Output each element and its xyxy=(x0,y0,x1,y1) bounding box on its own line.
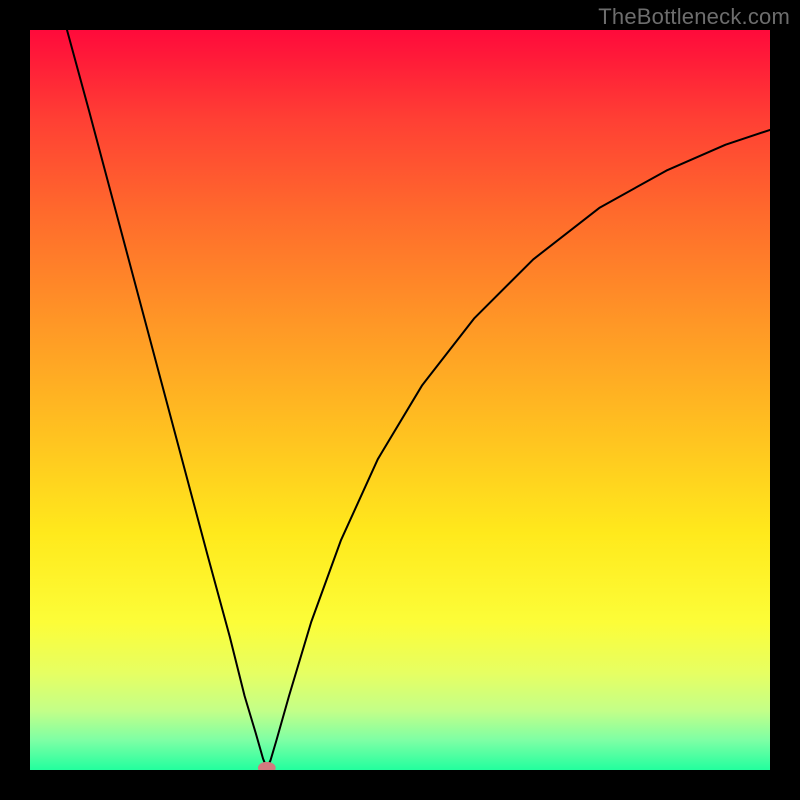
bottleneck-curve xyxy=(30,30,770,770)
curve-path xyxy=(67,30,770,768)
watermark-text: TheBottleneck.com xyxy=(598,4,790,30)
plot-area xyxy=(30,30,770,770)
chart-frame: TheBottleneck.com xyxy=(0,0,800,800)
optimum-marker xyxy=(258,762,276,770)
